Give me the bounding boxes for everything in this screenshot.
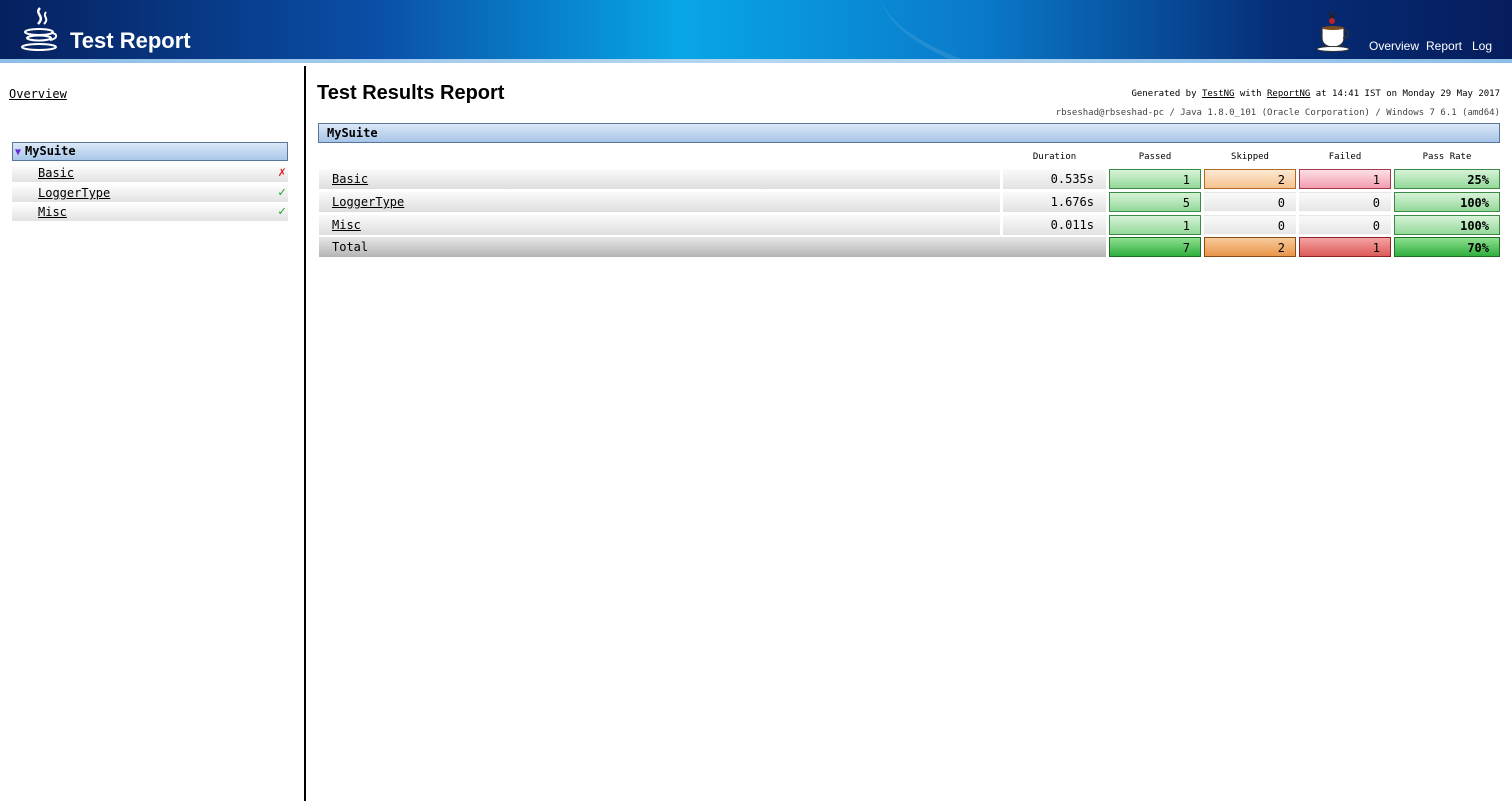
sidebar-overview-link[interactable]: Overview <box>9 86 67 102</box>
column-header-passed: Passed <box>1138 152 1172 162</box>
testng-link[interactable]: TestNG <box>1202 89 1235 99</box>
generated-prefix: Generated by <box>1131 89 1197 99</box>
pass-rate-cell: 100% <box>1394 215 1500 235</box>
generated-with: with <box>1239 89 1262 99</box>
duration-cell: 0.011s <box>1003 215 1106 235</box>
nav-log-link[interactable]: Log <box>1472 38 1492 54</box>
failed-cell: 0 <box>1299 215 1391 235</box>
column-header-skipped: Skipped <box>1231 152 1269 162</box>
skipped-cell: 2 <box>1204 169 1296 189</box>
total-passed-cell: 7 <box>1109 237 1201 257</box>
header-underline <box>0 59 1512 63</box>
sidebar-test-item[interactable]: LoggerType ✓ <box>12 184 288 202</box>
coffee-cup-icon <box>1316 10 1350 52</box>
test-link[interactable]: LoggerType <box>332 195 404 209</box>
sidebar-test-item[interactable]: Basic ✗ <box>12 164 288 182</box>
page-title: Test Results Report <box>317 82 505 104</box>
total-label: Total <box>319 237 1106 257</box>
duration-cell: 1.676s <box>1003 192 1106 212</box>
sidebar-test-link[interactable]: LoggerType <box>38 186 110 200</box>
total-failed-cell: 1 <box>1299 237 1391 257</box>
column-header-duration: Duration <box>1032 152 1077 162</box>
sidebar-suite-header[interactable]: ▼ MySuite <box>12 142 288 161</box>
sidebar-test-link[interactable]: Misc <box>38 205 67 219</box>
suite-header-bar: MySuite <box>318 123 1500 143</box>
total-skipped-cell: 2 <box>1204 237 1296 257</box>
passed-cell: 1 <box>1109 169 1201 189</box>
pass-rate-cell: 100% <box>1394 192 1500 212</box>
test-link[interactable]: Misc <box>332 218 361 232</box>
total-pass-rate-cell: 70% <box>1394 237 1500 257</box>
sidebar-divider <box>304 66 306 801</box>
sidebar-test-link[interactable]: Basic <box>38 166 74 180</box>
header-banner: Test Report Overview Report Log <box>0 0 1512 59</box>
table-row-name[interactable]: LoggerType <box>319 192 1000 212</box>
report-title: Test Report <box>70 28 191 53</box>
table-row-name[interactable]: Misc <box>319 215 1000 235</box>
column-header-pass-rate: Pass Rate <box>1422 152 1472 162</box>
reportng-link[interactable]: ReportNG <box>1267 89 1310 99</box>
sidebar-test-item[interactable]: Misc ✓ <box>12 203 288 221</box>
table-row-name[interactable]: Basic <box>319 169 1000 189</box>
skipped-cell: 0 <box>1204 192 1296 212</box>
skipped-cell: 0 <box>1204 215 1296 235</box>
pass-rate-cell: 25% <box>1394 169 1500 189</box>
sidebar-suite-name: MySuite <box>25 144 76 158</box>
failed-cell: 0 <box>1299 192 1391 212</box>
passed-cell: 1 <box>1109 215 1201 235</box>
pass-check-icon: ✓ <box>278 204 286 219</box>
test-link[interactable]: Basic <box>332 172 368 186</box>
nav-overview-link[interactable]: Overview <box>1369 38 1419 54</box>
generated-suffix: at 14:41 IST on Monday 29 May 2017 <box>1315 89 1500 99</box>
collapse-triangle-icon[interactable]: ▼ <box>15 147 21 158</box>
nav-report-link[interactable]: Report <box>1426 38 1462 54</box>
duration-cell: 0.535s <box>1003 169 1106 189</box>
column-header-failed: Failed <box>1328 152 1362 162</box>
java-logo-icon <box>21 7 58 51</box>
system-info: rbseshad@rbseshad-pc / Java 1.8.0_101 (O… <box>1055 108 1500 118</box>
fail-cross-icon: ✗ <box>278 165 286 180</box>
generated-by-line: Generated by TestNG with ReportNG at 14:… <box>1131 88 1500 100</box>
pass-check-icon: ✓ <box>278 185 286 200</box>
failed-cell: 1 <box>1299 169 1391 189</box>
passed-cell: 5 <box>1109 192 1201 212</box>
